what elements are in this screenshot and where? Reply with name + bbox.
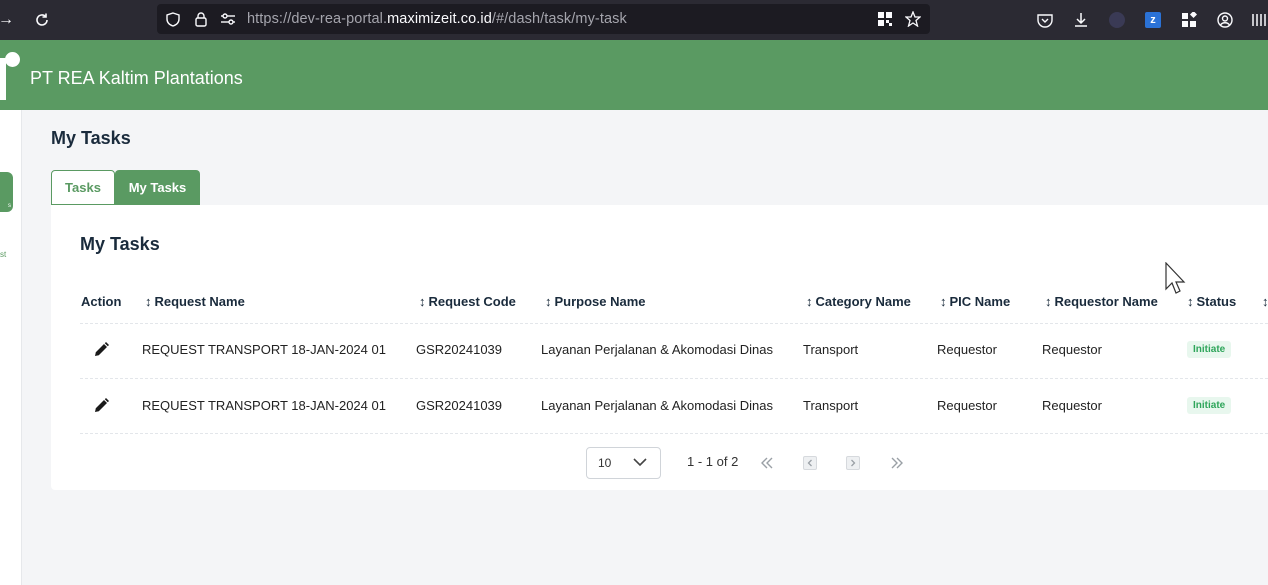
row-divider [80, 433, 1268, 434]
tab-my-tasks[interactable]: My Tasks [115, 170, 200, 205]
reload-icon[interactable] [32, 10, 52, 30]
qr-code-icon[interactable] [877, 11, 893, 27]
sort-icon: ↕ [545, 294, 552, 309]
library-icon[interactable] [1250, 10, 1268, 30]
download-icon[interactable] [1071, 10, 1091, 30]
shield-icon[interactable] [165, 11, 181, 27]
tab-tasks[interactable]: Tasks [51, 170, 115, 205]
previous-page-icon[interactable] [802, 455, 818, 471]
sort-icon: ↕ [1187, 294, 1194, 309]
extensions-icon[interactable] [1179, 10, 1199, 30]
bookmark-star-icon[interactable] [905, 11, 921, 27]
edit-pencil-icon[interactable] [92, 397, 110, 415]
cell-category-name: Transport [803, 398, 859, 413]
column-header-category-name[interactable]: ↕ Category Name [806, 294, 911, 309]
sort-icon[interactable]: ↕ [1262, 294, 1268, 309]
sort-icon: ↕ [419, 294, 426, 309]
column-header-request-code[interactable]: ↕ Request Code [419, 294, 516, 309]
cell-pic-name: Requestor [937, 398, 997, 413]
column-header-pic-name[interactable]: ↕ PIC Name [940, 294, 1010, 309]
forward-icon[interactable]: → [0, 10, 16, 30]
sort-icon: ↕ [940, 294, 947, 309]
sort-icon: ↕ [1045, 294, 1052, 309]
cell-purpose-name: Layanan Perjalanan & Akomodasi Dinas [541, 398, 773, 413]
pocket-icon[interactable] [1035, 10, 1055, 30]
cell-request-name: REQUEST TRANSPORT 18-JAN-2024 01 [142, 398, 386, 413]
status-badge: Initiate [1187, 341, 1232, 358]
cell-requestor-name: Requestor [1042, 398, 1102, 413]
column-header-requestor-name[interactable]: ↕ Requestor Name [1045, 294, 1158, 309]
sidebar-item-active[interactable]: s [0, 172, 13, 212]
column-header-status[interactable]: ↕ Status [1187, 294, 1236, 309]
page-size-select[interactable]: 10 [586, 447, 661, 479]
column-header-purpose-name[interactable]: ↕ Purpose Name [545, 294, 646, 309]
browser-toolbar: → https://dev-rea-portal.maximizeit.co.i… [0, 0, 1268, 40]
page-size-value: 10 [598, 456, 612, 470]
row-divider [80, 323, 1268, 324]
sort-icon: ↕ [806, 294, 813, 309]
row-divider [80, 378, 1268, 379]
cell-request-code: GSR20241039 [416, 398, 503, 413]
company-logo [0, 52, 22, 100]
permissions-icon[interactable] [220, 11, 236, 27]
address-bar[interactable]: https://dev-rea-portal.maximizeit.co.id/… [157, 4, 930, 34]
url-text: https://dev-rea-portal.maximizeit.co.id/… [247, 11, 627, 27]
sidebar-item-label[interactable]: st [0, 250, 6, 259]
cell-pic-name: Requestor [937, 342, 997, 357]
cell-requestor-name: Requestor [1042, 342, 1102, 357]
next-page-icon[interactable] [845, 455, 861, 471]
lock-icon[interactable] [193, 11, 209, 27]
sort-icon: ↕ [145, 294, 152, 309]
cell-request-code: GSR20241039 [416, 342, 503, 357]
card-title: My Tasks [80, 234, 160, 254]
last-page-icon[interactable] [889, 455, 905, 471]
cell-category-name: Transport [803, 342, 859, 357]
cell-request-name: REQUEST TRANSPORT 18-JAN-2024 01 [142, 342, 386, 357]
account-icon[interactable] [1215, 10, 1235, 30]
cell-purpose-name: Layanan Perjalanan & Akomodasi Dinas [541, 342, 773, 357]
sidebar-item-label: s [8, 203, 11, 209]
chevron-down-icon [633, 458, 647, 467]
zotero-icon[interactable]: z [1143, 10, 1163, 30]
extension-icon[interactable] [1107, 10, 1127, 30]
status-badge: Initiate [1187, 397, 1232, 414]
first-page-icon[interactable] [759, 455, 775, 471]
column-header-action: Action [81, 294, 122, 309]
edit-pencil-icon[interactable] [92, 341, 110, 359]
mouse-cursor-icon [1165, 261, 1187, 301]
page-title: My Tasks [51, 128, 131, 148]
company-name: PT REA Kaltim Plantations [30, 68, 243, 88]
column-header-request-name[interactable]: ↕ Request Name [145, 294, 245, 309]
page-range: 1 - 1 of 2 [687, 454, 739, 469]
